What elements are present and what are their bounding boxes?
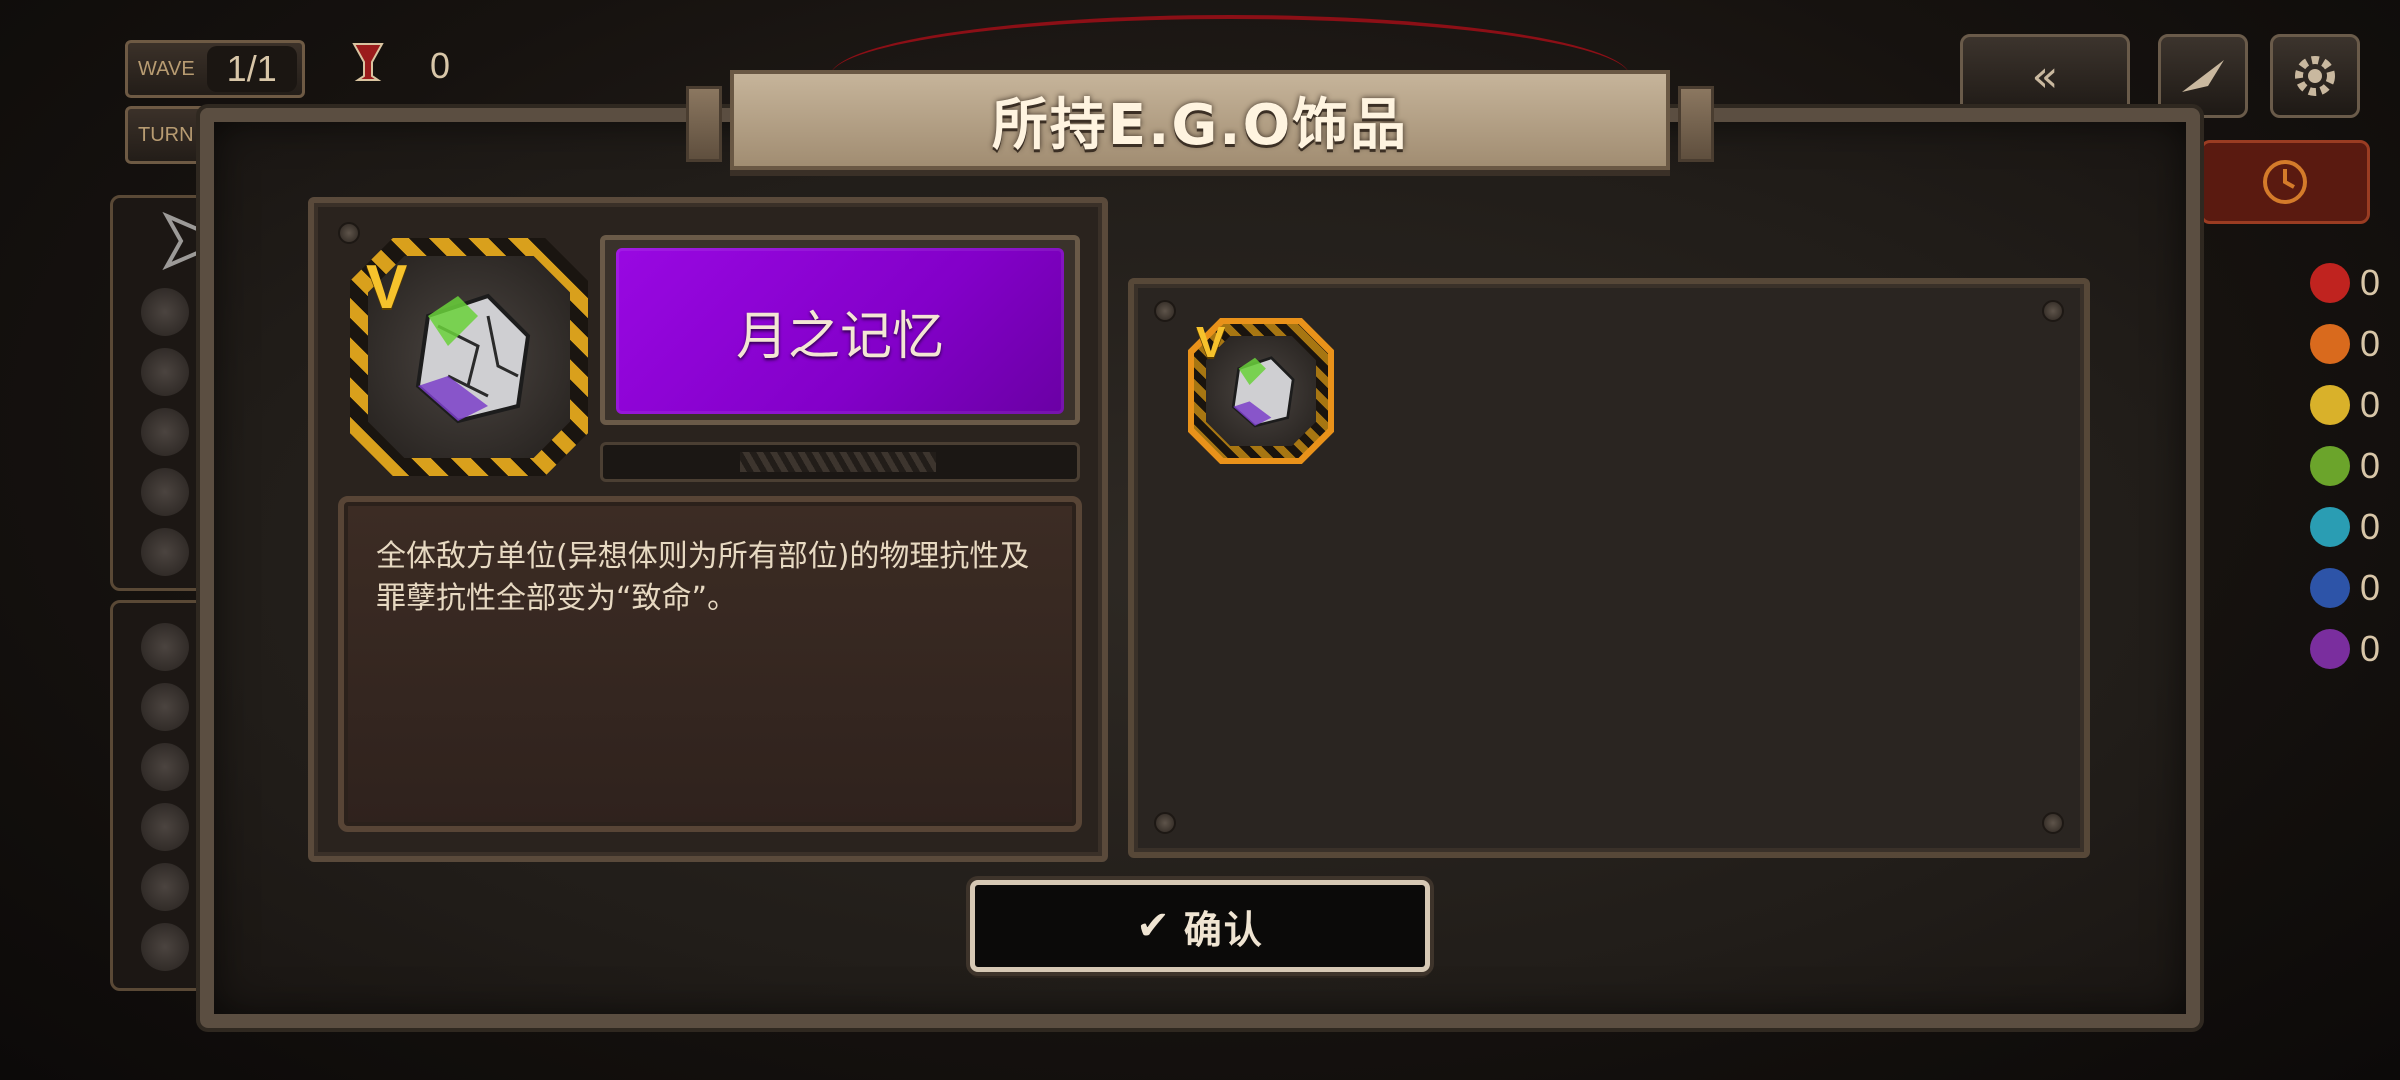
- confirm-button[interactable]: ✔ 确认: [970, 880, 1430, 972]
- unit-icon[interactable]: [141, 863, 189, 911]
- resource-value: 0: [2360, 567, 2381, 608]
- clock-icon: [2263, 160, 2307, 204]
- resource-row: 0: [2310, 499, 2390, 555]
- game-screen: WAVE 1/1 TURN 0 « 0 0 0 0 0 0 0 所持E.G.O饰…: [0, 0, 2400, 1080]
- unit-icon[interactable]: [141, 803, 189, 851]
- gift-description: 全体敌方单位(异想体则为所有部位)的物理抗性及罪孽抗性全部变为“致命”。: [376, 539, 1030, 616]
- gift-name: 月之记忆: [735, 306, 944, 367]
- resource-value: 0: [2360, 262, 2381, 303]
- plate-cap: [686, 86, 722, 162]
- unit-icon[interactable]: [141, 923, 189, 971]
- settings-button[interactable]: [2270, 34, 2360, 118]
- gloom-icon: [2310, 507, 2350, 547]
- pride-icon: [2310, 568, 2350, 608]
- confirm-label: 确认: [1183, 907, 1264, 952]
- execute-button[interactable]: [2200, 140, 2370, 224]
- resource-value: 0: [2360, 323, 2381, 364]
- resource-value: 0: [2360, 506, 2381, 547]
- resource-row: 0: [2310, 255, 2390, 311]
- lust-icon: [2310, 324, 2350, 364]
- resource-row: 0: [2310, 377, 2390, 433]
- gift-rank-badge: V: [366, 253, 408, 322]
- wave-counter: WAVE 1/1: [125, 40, 305, 98]
- plate-cap: [1678, 86, 1714, 162]
- turn-label: TURN: [138, 123, 194, 146]
- inventory-gift-rank: V: [1196, 318, 1226, 367]
- rivet: [338, 222, 360, 244]
- checkmark-icon: ✔: [1136, 903, 1170, 949]
- rivet: [1154, 300, 1176, 322]
- sinner-icon[interactable]: [141, 348, 189, 396]
- envy-icon: [2310, 629, 2350, 669]
- sinner-icon[interactable]: [141, 288, 189, 336]
- rivet: [2042, 300, 2064, 322]
- feather-icon: [2182, 60, 2224, 92]
- double-chevron-left-icon: «: [2031, 50, 2059, 102]
- rewind-button[interactable]: «: [1960, 34, 2130, 118]
- resource-row: 0: [2310, 438, 2390, 494]
- wrath-icon: [2310, 263, 2350, 303]
- resource-value: 0: [2360, 445, 2381, 486]
- wave-label: WAVE: [138, 57, 195, 80]
- sinner-icon[interactable]: [141, 468, 189, 516]
- sinner-icon[interactable]: [141, 408, 189, 456]
- sloth-icon: [2310, 385, 2350, 425]
- gluttony-icon: [2310, 446, 2350, 486]
- unit-icon[interactable]: [141, 623, 189, 671]
- rivet: [2042, 812, 2064, 834]
- modal-title-plate: 所持E.G.O饰品: [686, 70, 1714, 170]
- resource-row: 0: [2310, 621, 2390, 677]
- pe-count: 0: [430, 45, 451, 86]
- speed-button[interactable]: [2158, 34, 2248, 118]
- gift-name-plate: 月之记忆: [616, 248, 1064, 414]
- wave-value: 1/1: [206, 46, 297, 92]
- resource-row: 0: [2310, 316, 2390, 372]
- cup-icon: [352, 43, 384, 81]
- resource-value: 0: [2360, 628, 2381, 669]
- resource-value: 0: [2360, 384, 2381, 425]
- rivet: [1154, 812, 1176, 834]
- unit-icon[interactable]: [141, 683, 189, 731]
- resource-row: 0: [2310, 560, 2390, 616]
- gear-icon: [2295, 56, 2335, 96]
- gift-upgrade-hatch: [740, 452, 936, 472]
- sinner-icon[interactable]: [141, 528, 189, 576]
- unit-icon[interactable]: [141, 743, 189, 791]
- modal-title: 所持E.G.O饰品: [991, 92, 1409, 158]
